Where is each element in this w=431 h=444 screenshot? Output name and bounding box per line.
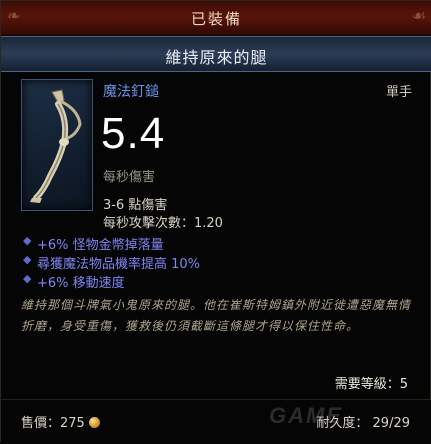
- bone-leg-icon: [30, 89, 82, 203]
- item-footer: 售價：275 GAME 耐久度： 29/29: [1, 399, 431, 444]
- item-type: 魔法釘鎚: [103, 84, 159, 100]
- affix-item: ◆ 尋獲魔法物品機率提高 10%: [21, 253, 200, 272]
- affix-list: ◆ +6% 怪物金幣掉落量 ◆ 尋獲魔法物品機率提高 10% ◆ +6% 移動速度: [21, 234, 200, 291]
- corner-ornament-right: ☙: [411, 6, 426, 25]
- damage-range: 3-6 點傷害: [103, 198, 168, 213]
- equipped-label: 已裝備: [190, 10, 242, 28]
- hand-type: 單手: [385, 85, 412, 100]
- item-name-header: 維持原來的腿: [1, 36, 431, 72]
- durability: 耐久度： 29/29: [316, 416, 410, 431]
- affix-item: ◆ +6% 怪物金幣掉落量: [21, 234, 200, 253]
- attacks-per-second: 每秒攻擊次數：1.20: [103, 216, 223, 231]
- dps-value: 5.4: [101, 109, 166, 158]
- affix-text: 尋獲魔法物品機率提高 10%: [37, 257, 201, 272]
- required-level: 需要等級：5: [334, 377, 408, 392]
- affix-text: +6% 移動速度: [37, 276, 125, 291]
- item-name: 維持原來的腿: [165, 48, 268, 67]
- affix-item: ◆ +6% 移動速度: [21, 272, 200, 291]
- diamond-bullet-icon: ◆: [23, 234, 32, 247]
- diamond-bullet-icon: ◆: [23, 272, 32, 285]
- equipped-header: ❧ 已裝備 ☙: [1, 1, 431, 36]
- affix-text: +6% 怪物金幣掉落量: [37, 238, 164, 253]
- diamond-bullet-icon: ◆: [23, 253, 32, 266]
- flavor-text: 維持那個斗牌氣小鬼原來的腿。他在崔斯特姆鎮外附近徙遭惡魔無情折磨，身受重傷，獲救…: [21, 298, 412, 333]
- dps-label: 每秒傷害: [103, 170, 156, 185]
- gold-coin-icon: [88, 417, 100, 428]
- sell-price: 售價：275: [21, 412, 100, 431]
- item-tooltip: ❧ 已裝備 ☙ 維持原來的腿 魔法釘鎚 單手 5.4 每秒傷害 3-6 點傷害 …: [0, 0, 431, 444]
- item-icon-frame: [21, 79, 93, 211]
- sell-price-text: 售價：275: [21, 416, 85, 431]
